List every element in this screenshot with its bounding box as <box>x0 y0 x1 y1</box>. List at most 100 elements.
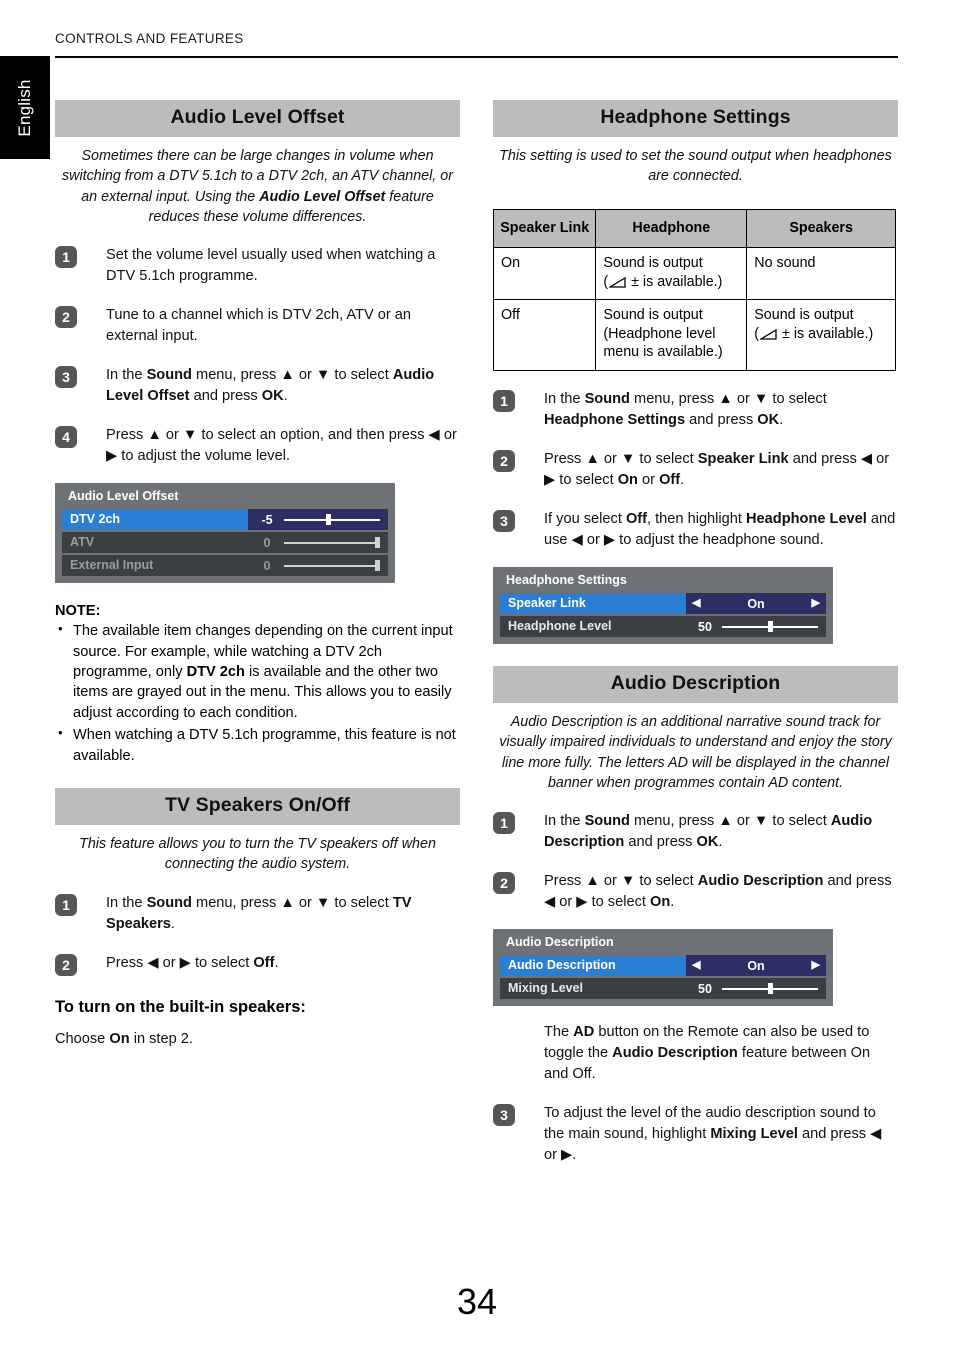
step-item: 1 In the Sound menu, press ▲ or ▼ to sele… <box>55 893 460 935</box>
note-item: The available item changes depending on … <box>55 620 460 723</box>
osd-row-value[interactable]: 0 <box>248 555 388 577</box>
step-text: In the Sound menu, press ▲ or ▼ to selec… <box>544 811 898 853</box>
slider-knob[interactable] <box>767 621 773 633</box>
volume-wedge-icon <box>609 276 626 288</box>
osd-row[interactable]: Mixing Level 50 <box>500 978 826 1000</box>
text-run-1: Speaker Link <box>697 451 789 468</box>
step-text: Press ▲ or ▼ to select an option, and th… <box>106 425 460 467</box>
slider-knob[interactable] <box>374 537 380 549</box>
slider-knob[interactable] <box>325 514 331 526</box>
text-run-1: Sound <box>584 391 630 408</box>
text-run-1: Off <box>253 954 275 971</box>
note-list: The available item changes depending on … <box>55 620 460 766</box>
step-item: 3 If you select Off, then highlight Headp… <box>493 509 898 551</box>
intro-text-bold: Audio Level Offset <box>259 188 386 205</box>
right-arrow-icon[interactable]: ▶ <box>812 960 820 971</box>
text-run-3: On <box>617 472 638 489</box>
text-run-6: . <box>680 472 685 489</box>
text-run-4: . <box>670 894 675 911</box>
osd-row[interactable]: Speaker Link ◀ On ▶ <box>500 593 826 615</box>
left-arrow-icon[interactable]: ◀ <box>692 598 700 609</box>
text-run-1: Sound <box>146 367 192 384</box>
osd-slider[interactable] <box>284 514 380 526</box>
osd-slider[interactable] <box>284 560 380 572</box>
osd-row-value[interactable]: ◀ On ▶ <box>686 955 826 977</box>
osd-row[interactable]: External Input 0 <box>62 555 388 577</box>
step-item: 2 Press ◀ or ▶ to select Off. <box>55 953 460 976</box>
text-run-3: Headphone Settings <box>544 412 686 429</box>
text-run-2: . <box>274 954 279 971</box>
text-run-4: and press <box>685 412 758 429</box>
osd-row-value[interactable]: 0 <box>248 532 388 554</box>
osd-option-selector[interactable]: ◀ On ▶ <box>692 959 820 973</box>
text-run-2: , then highlight <box>647 511 747 528</box>
section-title-tv-speakers: TV Speakers On/Off <box>55 788 460 826</box>
osd-row[interactable]: ATV 0 <box>62 532 388 554</box>
text-run-3: Audio Description <box>612 1045 738 1062</box>
osd-row[interactable]: DTV 2ch -5 <box>62 509 388 531</box>
osd-row-value[interactable]: ◀ On ▶ <box>686 593 826 615</box>
text-run-0: Set the volume level usually used when w… <box>106 247 436 285</box>
osd-title: Headphone Settings <box>506 573 627 588</box>
table-header-headphone: Headphone <box>595 208 748 249</box>
audio-level-offset-intro: Sometimes there can be large changes in … <box>57 146 458 227</box>
osd-slider[interactable] <box>722 983 818 995</box>
right-arrow-icon[interactable]: ▶ <box>812 598 820 609</box>
text-run-2: menu, press ▲ or ▼ to select <box>191 367 393 384</box>
left-column: Audio Level Offset Sometimes there can b… <box>55 100 460 1050</box>
step-number-badge: 2 <box>493 872 515 895</box>
text-run-0: Press ▲ or ▼ to select <box>544 873 698 890</box>
step-text: If you select Off, then highlight Headph… <box>544 509 898 551</box>
osd-slider-value: 50 <box>698 981 712 996</box>
step-number-badge: 2 <box>55 306 77 329</box>
text-run-0: Press ▲ or ▼ to select <box>544 451 698 468</box>
text-run-6: . <box>283 388 288 405</box>
cell-line: ( ± is available.) <box>754 325 874 342</box>
cell-speakers: Sound is output( ± is available.) <box>746 299 896 372</box>
step-number-badge: 1 <box>55 893 77 916</box>
text-run-6: . <box>779 412 784 429</box>
text-run-1: Sound <box>146 894 192 911</box>
slider-track <box>284 518 380 522</box>
text-run-0: If you select <box>544 511 626 528</box>
osd-headphone-settings: Headphone Settings Speaker Link ◀ On ▶ Headph… <box>493 567 833 645</box>
slider-knob[interactable] <box>374 560 380 572</box>
osd-row-value[interactable]: 50 <box>686 616 826 638</box>
osd-row-value[interactable]: 50 <box>686 978 826 1000</box>
step-text: Set the volume level usually used when w… <box>106 245 460 287</box>
osd-slider[interactable] <box>284 537 380 549</box>
text-run-5: OK <box>696 834 719 851</box>
step-item: 3 To adjust the level of the audio descri… <box>493 1103 898 1166</box>
cell-line: No sound <box>754 255 816 272</box>
step-number-badge: 1 <box>493 812 515 835</box>
cell-line: Sound is output <box>603 255 703 272</box>
table-header-row: Speaker Link Headphone Speakers <box>492 208 896 249</box>
slider-track <box>284 541 380 545</box>
cell-speakers: No sound <box>746 247 896 301</box>
text-run-0: In the <box>544 813 585 830</box>
running-head: CONTROLS AND FEATURES <box>55 31 244 46</box>
osd-slider[interactable] <box>722 621 818 633</box>
section-title-audio-level-offset: Audio Level Offset <box>55 100 460 137</box>
osd-row-label: Headphone Level <box>500 616 686 638</box>
osd-option-value: On <box>747 958 765 973</box>
language-tab-label: English <box>15 78 34 137</box>
step-number-badge: 4 <box>55 426 77 449</box>
text-run-0: In the <box>106 367 147 384</box>
step-number-badge: 2 <box>493 450 515 473</box>
headphone-settings-intro: This setting is used to set the sound ou… <box>499 148 892 185</box>
cell-line: ( ± is available.) <box>603 273 723 290</box>
text-run-1: Sound <box>584 813 630 830</box>
tv-speakers-steps: 1 In the Sound menu, press ▲ or ▼ to sele… <box>55 893 460 976</box>
osd-title: Audio Description <box>506 935 614 950</box>
osd-row[interactable]: Audio Description ◀ On ▶ <box>500 955 826 977</box>
text-run-0: When watching a DTV 5.1ch programme, thi… <box>73 727 456 764</box>
section-title-audio-description: Audio Description <box>493 666 898 704</box>
slider-knob[interactable] <box>767 983 773 995</box>
header-divider <box>55 56 898 58</box>
osd-row[interactable]: Headphone Level 50 <box>500 616 826 638</box>
text-run-0: Choose <box>55 1030 110 1047</box>
osd-row-value[interactable]: -5 <box>248 509 388 531</box>
left-arrow-icon[interactable]: ◀ <box>692 960 700 971</box>
osd-option-selector[interactable]: ◀ On ▶ <box>692 597 820 611</box>
